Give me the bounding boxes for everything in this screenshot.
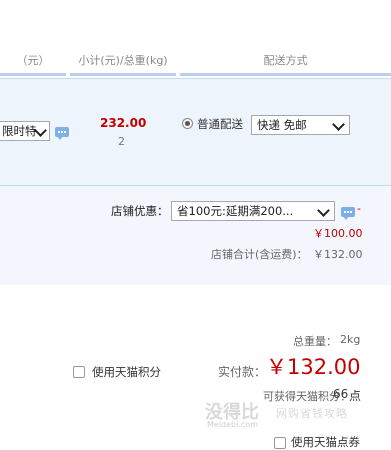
shop-discount-select[interactable]: 省100元:延期满200... xyxy=(171,201,335,221)
item-subtotal: 232.00 xyxy=(100,116,147,130)
shop-discount-amount: ￥100.00 xyxy=(313,227,363,240)
use-coupon-label: 使用天猫点券 xyxy=(291,435,360,449)
points-earn-value: 66 xyxy=(333,387,349,401)
shipping-radio-label: 普通配送 xyxy=(197,117,243,131)
header-subtotal-weight: 小计(元)/总重(kg) xyxy=(78,54,168,67)
use-points-checkbox[interactable] xyxy=(73,366,85,378)
paid-amount: ￥132.00 xyxy=(266,355,361,379)
shop-discount-value: 省100元:延期满200... xyxy=(177,204,294,218)
shop-summary: 店铺优惠： 省100元:延期满200... - ￥100.00 店铺合计(含运费… xyxy=(0,186,391,285)
use-points-label: 使用天猫积分 xyxy=(92,365,161,379)
shipping-radio[interactable] xyxy=(182,118,193,129)
header-shipping: 配送方式 xyxy=(263,54,308,67)
watermark-url: Meidebi.com xyxy=(207,420,258,429)
table-header: （元） 小计(元)/总重(kg) 配送方式 xyxy=(0,46,391,76)
cart-item-row: 限时特 232.00 2 普通配送 快递 免邮 xyxy=(0,78,391,186)
header-underline-shipping xyxy=(180,73,391,76)
shipping-method-select[interactable]: 快递 免邮 xyxy=(251,115,350,135)
chevron-down-icon xyxy=(332,118,345,131)
discount-dash: - xyxy=(357,202,361,215)
chat-icon[interactable] xyxy=(55,127,69,140)
use-coupon-checkbox[interactable] xyxy=(274,437,286,449)
total-weight-label: 总重量： xyxy=(293,335,337,348)
header-underline-price xyxy=(0,73,66,76)
watermark-slogan: 网购省钱攻略 xyxy=(276,407,348,420)
chevron-down-icon xyxy=(317,204,330,217)
item-option-value: 限时特 xyxy=(2,124,37,138)
shop-total-value: ￥132.00 xyxy=(313,248,363,261)
total-weight-value: 2kg xyxy=(340,333,361,346)
paid-label: 实付款： xyxy=(218,365,267,379)
shop-summary-panel: 店铺优惠： 省100元:延期满200... - ￥100.00 店铺合计(含运费… xyxy=(0,186,391,285)
item-option-select[interactable]: 限时特 xyxy=(0,121,50,141)
shop-total-label: 店铺合计(含运费)： xyxy=(211,248,308,261)
points-unit: 点 xyxy=(349,389,362,403)
shop-discount-label: 店铺优惠： xyxy=(111,204,169,218)
chat-icon[interactable] xyxy=(341,207,355,220)
header-price: （元） xyxy=(16,54,50,67)
header-underline-subtotal xyxy=(70,73,176,76)
item-weight: 2 xyxy=(118,135,125,148)
shipping-method-value: 快递 免邮 xyxy=(257,118,307,132)
